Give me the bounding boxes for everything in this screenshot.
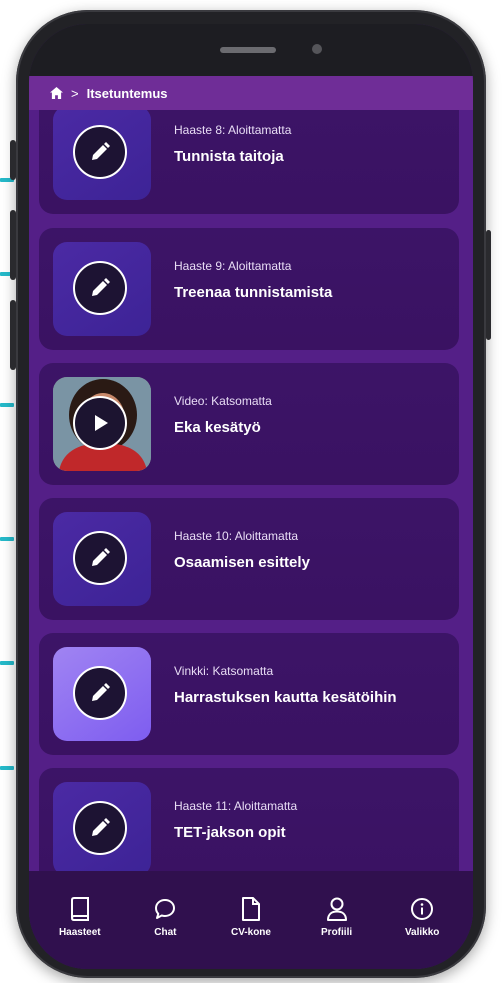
video-thumbnail xyxy=(53,377,151,471)
chat-bubble-icon xyxy=(155,899,176,919)
play-icon[interactable] xyxy=(73,396,127,450)
card-title: Treenaa tunnistamista xyxy=(174,284,333,301)
card-title: Eka kesätyö xyxy=(174,419,261,436)
document-icon xyxy=(241,897,260,921)
tab-cv-kone[interactable]: CV-kone xyxy=(216,871,286,969)
tab-label: Chat xyxy=(154,927,177,938)
challenge-thumbnail xyxy=(53,110,151,200)
tab-label: Profiili xyxy=(321,927,353,938)
list-item[interactable]: Haaste 9: Aloittamatta Treenaa tunnistam… xyxy=(39,228,459,350)
card-status: Haaste 9: Aloittamatta xyxy=(174,259,292,273)
tip-thumbnail xyxy=(53,647,151,741)
list-item[interactable]: Haaste 10: Aloittamatta Osaamisen esitte… xyxy=(39,498,459,620)
side-button xyxy=(10,300,16,370)
challenge-thumbnail xyxy=(53,242,151,336)
list-item[interactable]: Haaste 11: Aloittamatta TET-jakson opit xyxy=(39,768,459,871)
tab-chat[interactable]: Chat xyxy=(130,871,200,969)
tab-label: Valikko xyxy=(404,927,440,938)
speaker-grille xyxy=(220,47,276,53)
marker-dash xyxy=(0,537,14,541)
breadcrumb: > Itsetuntemus xyxy=(29,76,473,110)
card-status: Haaste 8: Aloittamatta xyxy=(174,123,292,137)
tab-profiili[interactable]: Profiili xyxy=(302,871,372,969)
card-status: Vinkki: Katsomatta xyxy=(174,664,274,678)
person-icon xyxy=(326,897,347,921)
marker-dash xyxy=(0,766,14,770)
pencil-icon xyxy=(73,125,127,179)
challenge-thumbnail xyxy=(53,782,151,871)
card-status: Haaste 11: Aloittamatta xyxy=(174,799,298,813)
card-title: Tunnista taitoja xyxy=(174,148,284,165)
list-item[interactable]: Vinkki: Katsomatta Harrastuksen kautta k… xyxy=(39,633,459,755)
challenge-list: Haaste 8: Aloittamatta Tunnista taitoja … xyxy=(29,110,473,871)
side-button xyxy=(10,210,16,280)
pencil-icon xyxy=(73,801,127,855)
tab-valikko[interactable]: Valikko xyxy=(387,871,457,969)
side-button xyxy=(10,140,16,180)
list-item[interactable]: Haaste 8: Aloittamatta Tunnista taitoja xyxy=(39,110,459,214)
home-icon[interactable] xyxy=(50,87,63,99)
status-bar xyxy=(29,24,473,76)
phone-screen: > Itsetuntemus Haaste 8: Aloittamatta Tu… xyxy=(29,24,473,969)
breadcrumb-separator: > xyxy=(71,85,79,101)
book-icon xyxy=(70,897,89,921)
card-title: TET-jakson opit xyxy=(174,824,286,841)
card-status: Video: Katsomatta xyxy=(174,394,272,408)
tab-label: CV-kone xyxy=(230,927,271,938)
pencil-icon xyxy=(73,261,127,315)
marker-dash xyxy=(0,661,14,665)
list-item[interactable]: Video: Katsomatta Eka kesätyö xyxy=(39,363,459,485)
challenge-thumbnail xyxy=(53,512,151,606)
pencil-icon xyxy=(73,531,127,585)
breadcrumb-current[interactable]: Itsetuntemus xyxy=(87,86,168,101)
card-title: Harrastuksen kautta kesätöihin xyxy=(174,689,397,706)
tab-label: Haasteet xyxy=(58,927,101,938)
pencil-icon xyxy=(73,666,127,720)
bottom-tab-bar: Haasteet Chat CV-kone Profiili Valikko xyxy=(29,871,473,969)
front-camera xyxy=(312,44,322,54)
info-circle-icon xyxy=(411,898,434,920)
marker-dash xyxy=(0,403,14,407)
side-button xyxy=(486,230,491,340)
card-title: Osaamisen esittely xyxy=(174,554,310,571)
tab-haasteet[interactable]: Haasteet xyxy=(45,871,115,969)
card-status: Haaste 10: Aloittamatta xyxy=(174,529,299,543)
